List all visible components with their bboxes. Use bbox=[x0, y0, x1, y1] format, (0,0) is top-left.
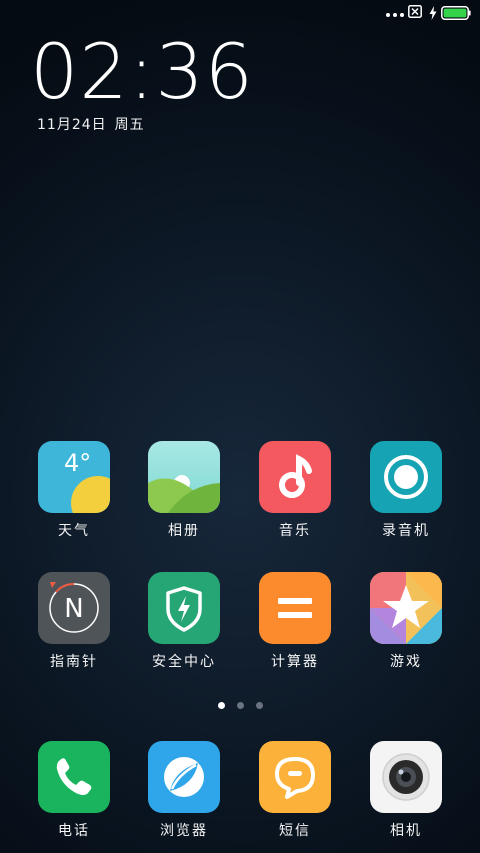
app-label: 电话 bbox=[58, 823, 90, 839]
app-music[interactable]: 音乐 bbox=[240, 441, 350, 540]
weather-icon: 4° bbox=[38, 441, 110, 513]
app-label: 录音机 bbox=[382, 523, 430, 539]
gallery-icon bbox=[148, 441, 220, 513]
weekday-text: 周五 bbox=[114, 117, 145, 133]
message-bubble-icon bbox=[259, 741, 331, 813]
lockscreen-clock[interactable]: 02:36 bbox=[30, 30, 254, 114]
app-label: 安全中心 bbox=[152, 654, 216, 670]
shield-bolt-icon bbox=[148, 572, 220, 644]
app-recorder[interactable]: 录音机 bbox=[351, 441, 461, 540]
charging-bolt-icon bbox=[429, 6, 437, 20]
dock-messages[interactable]: 短信 bbox=[240, 741, 350, 840]
browser-icon bbox=[148, 741, 220, 813]
app-label: 天气 bbox=[58, 523, 90, 539]
recorder-icon bbox=[370, 441, 442, 513]
app-label: 相册 bbox=[168, 523, 200, 539]
app-compass[interactable]: N 指南针 bbox=[19, 572, 129, 671]
app-games[interactable]: 游戏 bbox=[351, 572, 461, 671]
dock-camera[interactable]: 相机 bbox=[351, 741, 461, 840]
app-label: 浏览器 bbox=[160, 823, 208, 839]
app-gallery[interactable]: 相册 bbox=[129, 441, 239, 540]
app-label: 指南针 bbox=[50, 654, 98, 670]
page-dot-2[interactable] bbox=[236, 702, 244, 709]
app-label: 短信 bbox=[279, 823, 311, 839]
app-weather[interactable]: 4° 天气 bbox=[19, 441, 129, 540]
dock-browser[interactable]: 浏览器 bbox=[129, 741, 239, 840]
compass-letter: N bbox=[64, 594, 83, 624]
star-icon bbox=[370, 572, 442, 644]
page-dot-1[interactable] bbox=[217, 702, 225, 709]
phone-icon bbox=[38, 741, 110, 813]
app-security[interactable]: 安全中心 bbox=[129, 572, 239, 671]
app-label: 游戏 bbox=[390, 654, 422, 670]
page-indicator bbox=[0, 702, 480, 709]
app-label: 音乐 bbox=[279, 523, 311, 539]
compass-icon: N bbox=[38, 572, 110, 644]
camera-lens-icon bbox=[370, 741, 442, 813]
more-dots-icon bbox=[386, 13, 404, 17]
status-bar bbox=[0, 0, 480, 28]
battery-icon bbox=[441, 6, 471, 20]
clock-date: 11月24日 周五 bbox=[37, 114, 145, 134]
equals-icon bbox=[259, 572, 331, 644]
page-dot-3[interactable] bbox=[255, 702, 263, 709]
no-sim-icon bbox=[408, 5, 422, 18]
app-label: 相机 bbox=[390, 823, 422, 839]
date-text: 11月24日 bbox=[37, 117, 107, 133]
dock-phone[interactable]: 电话 bbox=[19, 741, 129, 840]
music-note-icon bbox=[259, 441, 331, 513]
weather-temp: 4° bbox=[64, 449, 91, 477]
app-label: 计算器 bbox=[271, 654, 319, 670]
app-calculator[interactable]: 计算器 bbox=[240, 572, 350, 671]
